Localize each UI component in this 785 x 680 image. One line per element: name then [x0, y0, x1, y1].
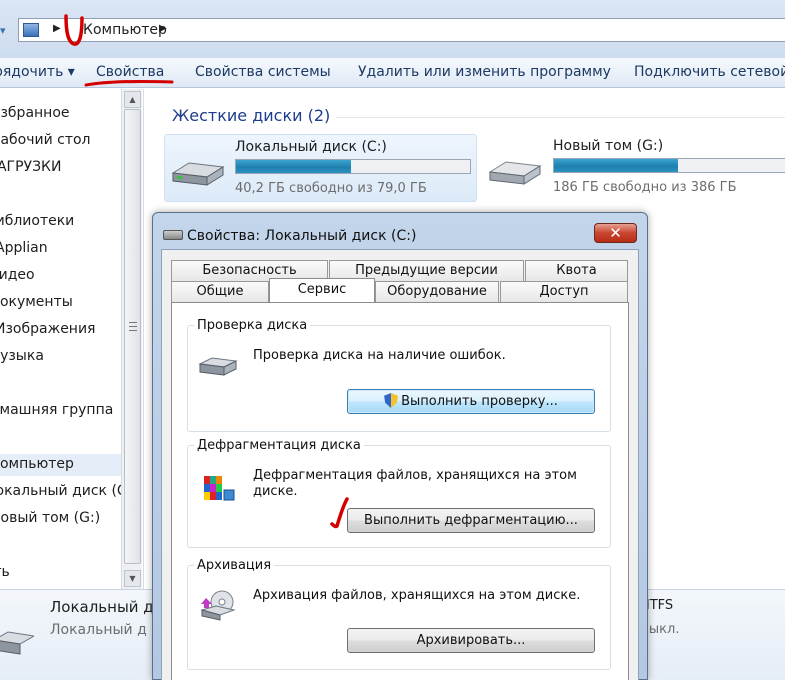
- address-bar-area: ▾ ▶ Компьютер ▶: [0, 0, 785, 58]
- check-now-label: Выполнить проверку...: [401, 394, 558, 409]
- check-now-button[interactable]: Выполнить проверку...: [347, 389, 595, 414]
- nav-computer[interactable]: Компьютер: [0, 454, 121, 476]
- error-checking-group: Проверка диска Проверка диска на наличие…: [187, 318, 611, 432]
- navigation-pane: Избранное Рабочий стол ЗАГРУЗКИ Библиоте…: [0, 89, 144, 589]
- organize-menu[interactable]: рядочить ▾: [0, 64, 75, 80]
- nav-music[interactable]: Музыка: [0, 348, 44, 364]
- defragment-now-button[interactable]: Выполнить дефрагментацию...: [347, 508, 595, 533]
- error-checking-description: Проверка диска на наличие ошибок.: [253, 348, 506, 363]
- computer-icon: [23, 23, 39, 37]
- backup-title: Архивация: [194, 558, 275, 573]
- tab-general[interactable]: Общие: [171, 281, 269, 302]
- backup-group: Архивация Архивация файлов, хранящихся н…: [187, 558, 611, 670]
- nav-applian[interactable]: Applian: [0, 240, 48, 256]
- uninstall-program-button[interactable]: Удалить или изменить программу: [358, 64, 611, 80]
- nav-drive-c[interactable]: Локальный диск (C:): [0, 483, 137, 499]
- tab-hardware[interactable]: Оборудование: [375, 281, 499, 302]
- close-button[interactable]: ✕: [594, 223, 637, 243]
- drive-free-space: 40,2 ГБ свободно из 79,0 ГБ: [235, 181, 427, 196]
- nav-homegroup[interactable]: Домашняя группа: [0, 402, 113, 418]
- scroll-up-arrow-icon[interactable]: ▲: [124, 91, 141, 108]
- nav-downloads[interactable]: ЗАГРУЗКИ: [0, 159, 61, 175]
- backup-icon: [200, 590, 236, 621]
- map-network-drive-button[interactable]: Подключить сетевой д: [634, 64, 785, 80]
- defragment-icon: [204, 476, 235, 501]
- properties-button[interactable]: Свойства: [96, 64, 164, 80]
- back-forward-dropdown-icon[interactable]: ▾: [0, 24, 14, 37]
- drive-usage-fill: [236, 160, 351, 173]
- defragmentation-title: Дефрагментация диска: [194, 438, 364, 453]
- tab-quota[interactable]: Квота: [525, 260, 628, 281]
- tab-sharing[interactable]: Доступ: [500, 281, 628, 302]
- scroll-thumb[interactable]: [124, 109, 141, 564]
- hard-drive-icon: [0, 631, 34, 655]
- breadcrumb-computer[interactable]: Компьютер: [83, 22, 167, 38]
- breadcrumb-chevron-icon[interactable]: ▶: [53, 23, 61, 34]
- nav-pictures[interactable]: Изображения: [0, 321, 95, 337]
- drive-name: Новый том (G:): [553, 138, 664, 154]
- address-field[interactable]: ▶ Компьютер ▶: [18, 18, 785, 42]
- details-item-type: Локальный д: [50, 622, 147, 638]
- nav-scrollbar[interactable]: ▲ ▼: [121, 89, 142, 589]
- nav-libraries[interactable]: Библиотеки: [0, 213, 74, 229]
- hard-drive-icon: [198, 357, 238, 376]
- defragmentation-group: Дефрагментация диска Дефрагментация файл…: [187, 438, 611, 548]
- group-header-hard-drives[interactable]: Жесткие диски (2): [172, 106, 330, 125]
- drive-usage-fill: [554, 159, 678, 172]
- drive-icon: [163, 230, 183, 240]
- nav-drive-g[interactable]: Новый том (G:): [0, 510, 100, 526]
- uac-shield-icon: [384, 393, 399, 408]
- details-item-name: Локальный д: [50, 598, 154, 616]
- dialog-title: Свойства: Локальный диск (C:): [187, 228, 417, 244]
- drive-name: Локальный диск (C:): [235, 139, 387, 155]
- drive-usage-bar: [235, 159, 471, 174]
- nav-documents[interactable]: Документы: [0, 294, 73, 310]
- tools-tab-panel: Проверка диска Проверка диска на наличие…: [171, 302, 629, 680]
- drive-usage-bar: [553, 158, 785, 173]
- drive-tile-g[interactable]: Новый том (G:) 186 ГБ свободно из 386 ГБ: [482, 134, 785, 202]
- defragmentation-description: Дефрагментация файлов, хранящихся на это…: [253, 468, 577, 499]
- drive-free-space: 186 ГБ свободно из 386 ГБ: [553, 180, 737, 195]
- grip-icon: [129, 322, 137, 331]
- tab-tools[interactable]: Сервис: [269, 278, 375, 302]
- nav-video[interactable]: Видео: [0, 267, 35, 283]
- properties-dialog: Свойства: Локальный диск (C:) ✕ Безопасн…: [152, 212, 648, 680]
- scroll-down-arrow-icon[interactable]: ▼: [124, 570, 141, 587]
- drive-tile-c[interactable]: Локальный диск (C:) 40,2 ГБ свободно из …: [164, 134, 477, 202]
- dialog-body: Безопасность Предыдущие версии Квота Общ…: [161, 249, 639, 680]
- nav-network[interactable]: Сеть: [0, 564, 10, 580]
- hard-drive-icon: [171, 162, 225, 186]
- breadcrumb-chevron-icon[interactable]: ▶: [159, 23, 167, 34]
- system-properties-button[interactable]: Свойства системы: [195, 64, 331, 80]
- nav-computer-label: Компьютер: [0, 456, 74, 472]
- error-checking-title: Проверка диска: [194, 318, 311, 333]
- command-bar: рядочить ▾ Свойства Свойства системы Уда…: [0, 58, 785, 88]
- group-divider: [336, 117, 785, 118]
- nav-favorites[interactable]: Избранное: [0, 105, 70, 121]
- hard-drive-icon: [488, 161, 542, 185]
- backup-description: Архивация файлов, хранящихся на этом дис…: [253, 588, 581, 603]
- nav-desktop[interactable]: Рабочий стол: [0, 132, 91, 148]
- backup-now-button[interactable]: Архивировать...: [347, 628, 595, 653]
